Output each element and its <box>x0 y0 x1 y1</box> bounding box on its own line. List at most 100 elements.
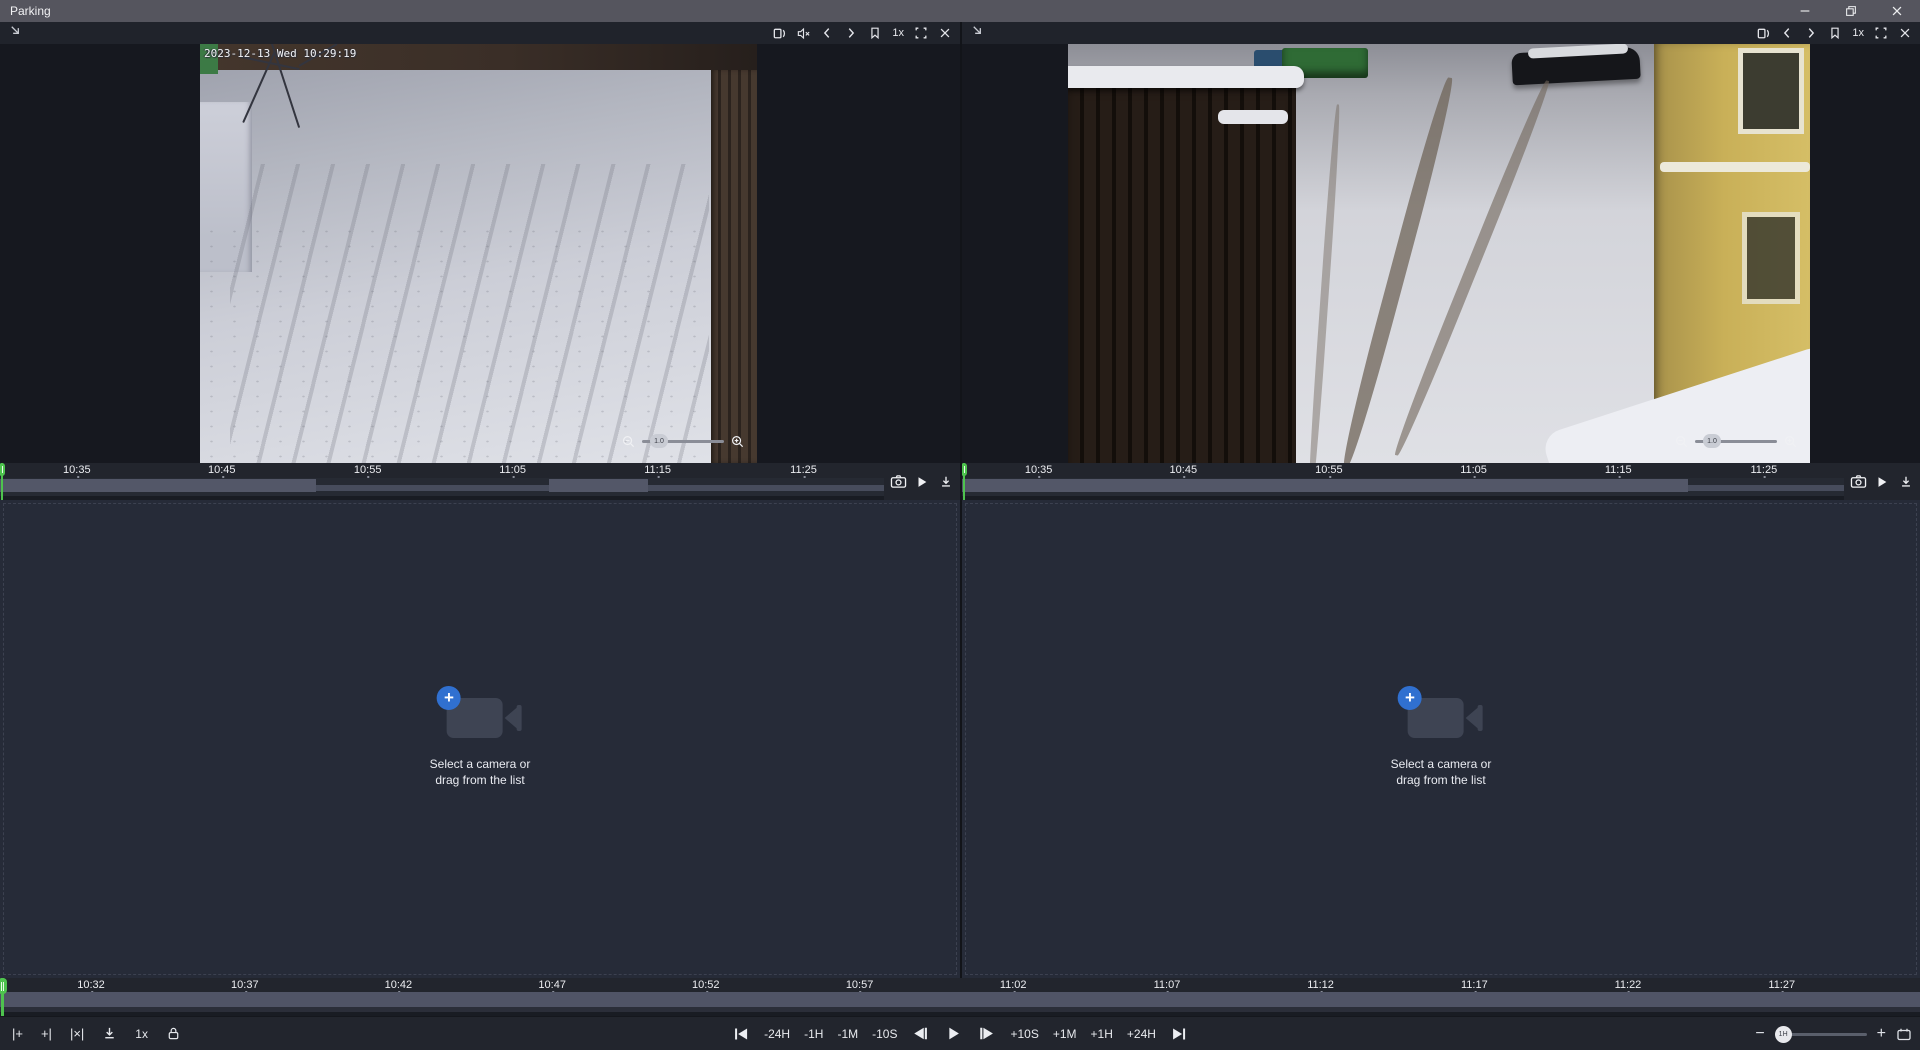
zoom-slider-knob[interactable]: 1.0 <box>650 434 668 448</box>
empty-slot-text-line1: Select a camera or <box>430 756 531 772</box>
time-tick: 11:15 <box>1605 464 1632 476</box>
aspect-ratio-icon[interactable] <box>770 24 788 42</box>
timeline-labels: 10:32 10:37 10:42 10:47 10:52 10:57 11:0… <box>0 978 1920 992</box>
video-area: 2023-12-13 Wed 10:29:19 1.0 <box>0 44 960 463</box>
time-tick: 11:25 <box>1750 464 1777 476</box>
empty-slot-text-line2: drag from the list <box>430 772 531 788</box>
building-window <box>1738 48 1804 134</box>
timeline-scale-knob[interactable]: 1H <box>1775 1026 1792 1043</box>
jump-back-1h-button[interactable]: -1H <box>804 1027 823 1041</box>
time-tick: 11:12 <box>1307 979 1334 991</box>
time-tick: 10:32 <box>77 979 105 991</box>
bookmark-icon[interactable] <box>866 24 884 42</box>
next-icon[interactable] <box>842 24 860 42</box>
close-button[interactable] <box>1874 0 1920 22</box>
bookmark-icon[interactable] <box>1826 24 1844 42</box>
close-panel-icon[interactable] <box>1896 24 1914 42</box>
time-tick: 10:42 <box>385 979 413 991</box>
timeline-zoom-out-button[interactable]: − <box>1755 1026 1764 1042</box>
time-tick: 10:47 <box>538 979 566 991</box>
range-end-button[interactable]: +| <box>41 1026 52 1041</box>
close-panel-icon[interactable] <box>936 24 954 42</box>
timestamp-overlay: 2023-12-13 Wed 10:29:19 <box>204 47 356 60</box>
resize-arrow-icon[interactable] <box>8 23 23 43</box>
camera-panel-1[interactable]: 1x 2023-12-13 W <box>0 22 960 500</box>
fullscreen-icon[interactable] <box>912 24 930 42</box>
recording-segment <box>0 479 316 492</box>
aspect-ratio-icon[interactable] <box>1754 24 1772 42</box>
camera-2-video[interactable]: 1.0 <box>1068 44 1810 463</box>
previous-icon[interactable] <box>1778 24 1796 42</box>
playhead[interactable] <box>962 463 970 500</box>
zoom-out-icon[interactable] <box>621 434 636 449</box>
master-timeline: 10:32 10:37 10:42 10:47 10:52 10:57 11:0… <box>0 978 1920 1016</box>
step-back-button[interactable] <box>911 1025 930 1042</box>
download-icon[interactable] <box>1896 472 1916 492</box>
download-icon[interactable] <box>936 472 956 492</box>
snapshot-icon[interactable] <box>888 472 908 492</box>
play-icon[interactable] <box>912 472 932 492</box>
zoom-slider[interactable]: 1.0 <box>1695 440 1777 443</box>
zoom-out-icon[interactable] <box>1674 434 1689 449</box>
time-tick: 11:05 <box>1460 464 1487 476</box>
jump-fwd-24h-button[interactable]: +24H <box>1127 1027 1156 1041</box>
time-tick: 11:22 <box>1615 979 1642 991</box>
resize-arrow-icon[interactable] <box>970 23 985 43</box>
restore-button[interactable] <box>1828 0 1874 22</box>
video-area: 1.0 <box>962 44 1920 463</box>
jump-back-10s-button[interactable]: -10S <box>872 1027 897 1041</box>
zoom-slider-knob[interactable]: 1.0 <box>1703 434 1721 448</box>
calendar-icon[interactable] <box>1896 1026 1912 1042</box>
next-icon[interactable] <box>1802 24 1820 42</box>
step-forward-button[interactable] <box>977 1025 996 1042</box>
fullscreen-icon[interactable] <box>1872 24 1890 42</box>
playback-speed-button[interactable]: 1x <box>135 1027 148 1041</box>
empty-slot-text-line2: drag from the list <box>1391 772 1492 788</box>
playhead[interactable] <box>0 463 8 500</box>
empty-slot-1[interactable]: + Select a camera or drag from the list <box>0 500 960 978</box>
previous-icon[interactable] <box>818 24 836 42</box>
master-playhead[interactable] <box>0 978 8 1016</box>
camera-1-video[interactable]: 2023-12-13 Wed 10:29:19 1.0 <box>200 44 757 463</box>
minimize-button[interactable] <box>1782 0 1828 22</box>
lock-icon[interactable] <box>166 1026 181 1041</box>
jump-back-24h-button[interactable]: -24H <box>764 1027 790 1041</box>
camera-placeholder-icon[interactable]: + <box>437 686 523 744</box>
camera-timeline: 10:35 10:45 10:55 11:05 11:15 11:25 <box>962 463 1920 500</box>
jump-fwd-10s-button[interactable]: +10S <box>1010 1027 1038 1041</box>
time-tick: 11:15 <box>644 464 671 476</box>
clear-range-button[interactable]: |×| <box>70 1026 84 1041</box>
time-tick: 11:07 <box>1154 979 1181 991</box>
jump-fwd-1m-button[interactable]: +1M <box>1053 1027 1077 1041</box>
speed-button[interactable]: 1x <box>1850 24 1866 42</box>
camera-placeholder-icon[interactable]: + <box>1398 686 1484 744</box>
timeline-zoom-in-button[interactable]: + <box>1877 1026 1886 1042</box>
timeline-scale-slider[interactable]: 1H <box>1775 1026 1867 1042</box>
playback-controls: -24H -1H -1M -10S +10S +1M +1H +24H <box>732 1017 1188 1050</box>
snapshot-icon[interactable] <box>1848 472 1868 492</box>
recording-segment <box>962 479 1688 492</box>
mute-icon[interactable] <box>794 24 812 42</box>
speed-button[interactable]: 1x <box>890 24 906 42</box>
zoom-in-icon[interactable] <box>730 434 745 449</box>
empty-slot-message: + Select a camera or drag from the list <box>1391 686 1492 788</box>
timeline-bar[interactable] <box>962 478 1920 496</box>
app-window: Parking 1x <box>0 0 1920 1050</box>
zoom-in-icon[interactable] <box>1783 434 1798 449</box>
video-zoom-control: 1.0 <box>621 431 745 451</box>
skip-to-start-button[interactable] <box>732 1026 750 1042</box>
jump-back-1m-button[interactable]: -1M <box>837 1027 858 1041</box>
camera-panel-2[interactable]: 1x <box>962 22 1920 500</box>
play-icon[interactable] <box>1872 472 1892 492</box>
range-start-button[interactable]: |+ <box>12 1026 23 1041</box>
empty-slot-2[interactable]: + Select a camera or drag from the list <box>962 500 1920 978</box>
play-button[interactable] <box>944 1025 963 1042</box>
time-tick: 10:45 <box>208 464 236 476</box>
master-timeline-bar[interactable] <box>0 992 1920 1012</box>
timeline-bar[interactable] <box>0 478 960 496</box>
zoom-slider[interactable]: 1.0 <box>642 440 724 443</box>
jump-fwd-1h-button[interactable]: +1H <box>1091 1027 1113 1041</box>
skip-to-end-button[interactable] <box>1170 1026 1188 1042</box>
export-download-icon[interactable] <box>102 1026 117 1041</box>
time-tick: 11:17 <box>1461 979 1488 991</box>
